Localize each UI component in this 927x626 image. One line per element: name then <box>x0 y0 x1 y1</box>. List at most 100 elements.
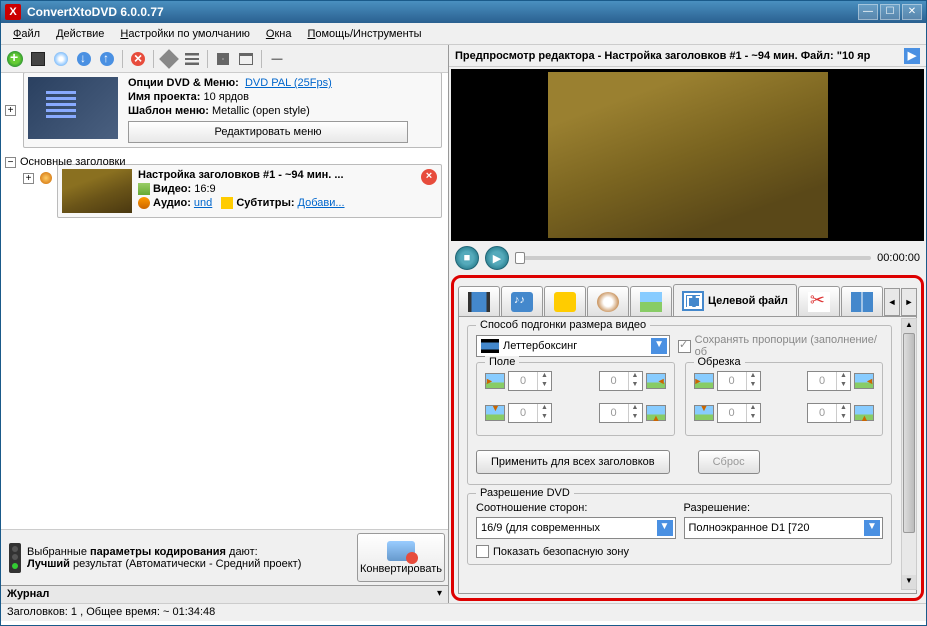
field-right-spinner[interactable]: ▲▼ <box>599 371 643 391</box>
crop-bottom-spinner[interactable]: ▲▼ <box>807 403 851 423</box>
play-button[interactable]: ▶ <box>485 246 509 270</box>
expand-title-1[interactable]: + <box>23 173 34 184</box>
field-top-icon: ▼ <box>485 405 505 421</box>
close-button[interactable]: ✕ <box>902 4 922 20</box>
right-panel: Предпросмотр редактора - Настройка загол… <box>449 45 926 603</box>
clock-icon <box>597 292 619 312</box>
window-button[interactable] <box>236 49 256 69</box>
maximize-button[interactable]: ☐ <box>880 4 900 20</box>
menubar: Файл Действие Настройки по умолчанию Окн… <box>1 23 926 45</box>
preview-video <box>548 72 828 238</box>
scroll-up-button[interactable]: ▲ <box>902 319 916 333</box>
field-left-spinner[interactable]: ▲▼ <box>508 371 552 391</box>
scissors-icon <box>808 292 830 312</box>
statusbar: Заголовков: 1 , Общее время: ~ 01:34:48 <box>1 603 926 621</box>
menu-windows[interactable]: Окна <box>258 25 300 43</box>
expand-project[interactable]: + <box>5 105 16 116</box>
output-icon <box>682 291 704 311</box>
dash-button[interactable]: — <box>267 49 287 69</box>
audio-icon <box>138 197 150 209</box>
apply-all-button[interactable]: Применить для всех заголовков <box>476 450 670 474</box>
tab-audio[interactable] <box>501 286 543 316</box>
tab-subtitles[interactable] <box>544 286 586 316</box>
subtitle-tab-icon <box>554 292 576 312</box>
move-down-button[interactable] <box>74 49 94 69</box>
save-button[interactable] <box>28 49 48 69</box>
tab-scroll-right[interactable]: ► <box>901 288 917 316</box>
fit-method-combo[interactable]: Леттербоксинг ▼ <box>476 335 670 357</box>
menu-file[interactable]: Файл <box>5 25 48 43</box>
dvd-options-link[interactable]: DVD PAL (25Fps) <box>245 77 332 89</box>
tab-scroll-left[interactable]: ◄ <box>884 288 900 316</box>
stop-button[interactable]: ■ <box>455 246 479 270</box>
minimize-button[interactable]: — <box>858 4 878 20</box>
scroll-thumb[interactable] <box>903 333 915 533</box>
title-box-1[interactable]: Настройка заголовков #1 - ~94 мин. ... В… <box>57 164 442 218</box>
tab-cut[interactable] <box>798 286 840 316</box>
delete-button[interactable] <box>128 49 148 69</box>
field-right-icon: ◄ <box>646 373 666 389</box>
crop-right-spinner[interactable]: ▲▼ <box>807 371 851 391</box>
tab-chapters[interactable] <box>587 286 629 316</box>
crop-right-icon: ◄ <box>854 373 874 389</box>
convert-button[interactable]: Конвертировать <box>357 533 445 582</box>
preview-next-button[interactable]: ▶ <box>904 48 920 64</box>
audio-link[interactable]: und <box>194 197 212 209</box>
menu-action[interactable]: Действие <box>48 25 112 43</box>
disc-button[interactable] <box>51 49 71 69</box>
menu-help[interactable]: Помощь/Инструменты <box>299 25 429 43</box>
tab-content-output: Способ подгонки размера видео Леттербокс… <box>458 316 917 594</box>
music-icon <box>511 292 533 312</box>
video-icon <box>138 183 150 195</box>
field-group-title: Поле <box>485 356 519 368</box>
preview-area <box>451 69 924 241</box>
keep-ratio-checkbox[interactable]: Сохранять пропорции (заполнение/об <box>678 334 883 358</box>
project-box: Опции DVD & Меню: DVD PAL (25Fps) Имя пр… <box>23 73 442 148</box>
journal-toggle[interactable]: Журнал ▾ <box>1 585 448 603</box>
crop-top-spinner[interactable]: ▲▼ <box>717 403 761 423</box>
tab-image[interactable] <box>630 286 672 316</box>
seek-slider[interactable] <box>515 256 871 260</box>
crop-group-title: Обрезка <box>694 356 745 368</box>
menu-settings[interactable]: Настройки по умолчанию <box>112 25 257 43</box>
settings-tabs: Целевой файл ◄ ► <box>458 282 917 316</box>
dvd-res-title: Разрешение DVD <box>476 487 574 499</box>
resolution-label: Разрешение: <box>684 502 884 514</box>
crop-left-spinner[interactable]: ▲▼ <box>717 371 761 391</box>
time-label: 00:00:00 <box>877 252 920 264</box>
project-name-value: 10 ярдов <box>203 91 249 103</box>
settings-scrollbar[interactable]: ▲ ▼ <box>901 318 917 590</box>
project-tree[interactable]: + Опции DVD & Меню: DVD PAL (25Fps) Имя … <box>1 73 448 529</box>
collapse-main-titles[interactable]: − <box>5 157 16 168</box>
crop-top-icon: ▼ <box>694 405 714 421</box>
slider-thumb[interactable] <box>515 252 525 264</box>
wrench-icon <box>159 49 179 69</box>
grid-button[interactable] <box>213 49 233 69</box>
add-button[interactable] <box>5 49 25 69</box>
tab-video[interactable] <box>458 286 500 316</box>
aspect-combo[interactable]: 16/9 (для современных ▼ <box>476 517 676 539</box>
field-bottom-spinner[interactable]: ▲▼ <box>599 403 643 423</box>
tab-output[interactable]: Целевой файл <box>673 284 797 317</box>
convert-icon <box>387 541 415 561</box>
delete-icon <box>131 52 145 66</box>
checkbox-icon <box>678 340 691 353</box>
main-titles-label: Основные заголовки <box>20 156 126 168</box>
resolution-combo[interactable]: Полноэкранное D1 [720 ▼ <box>684 517 884 539</box>
safe-zone-checkbox[interactable]: Показать безопасную зону <box>476 545 883 558</box>
list-button[interactable] <box>182 49 202 69</box>
field-group: Поле ►▲▼ ▲▼◄ ▼▲▼ ▲▼▲ <box>476 362 675 436</box>
subs-link[interactable]: Добави... <box>298 197 345 209</box>
tools-button[interactable] <box>159 49 179 69</box>
field-top-spinner[interactable]: ▲▼ <box>508 403 552 423</box>
chevron-down-icon: ▼ <box>651 338 667 354</box>
reset-button[interactable]: Сброс <box>698 450 760 474</box>
options-label: Опции DVD & Меню: <box>128 77 239 89</box>
tab-merge[interactable] <box>841 286 883 316</box>
scroll-down-button[interactable]: ▼ <box>902 575 916 589</box>
remove-title-button[interactable]: × <box>421 169 437 185</box>
move-up-button[interactable] <box>97 49 117 69</box>
edit-menu-button[interactable]: Редактировать меню <box>128 121 408 143</box>
title-thumbnail <box>62 169 132 213</box>
checkbox-icon <box>476 545 489 558</box>
